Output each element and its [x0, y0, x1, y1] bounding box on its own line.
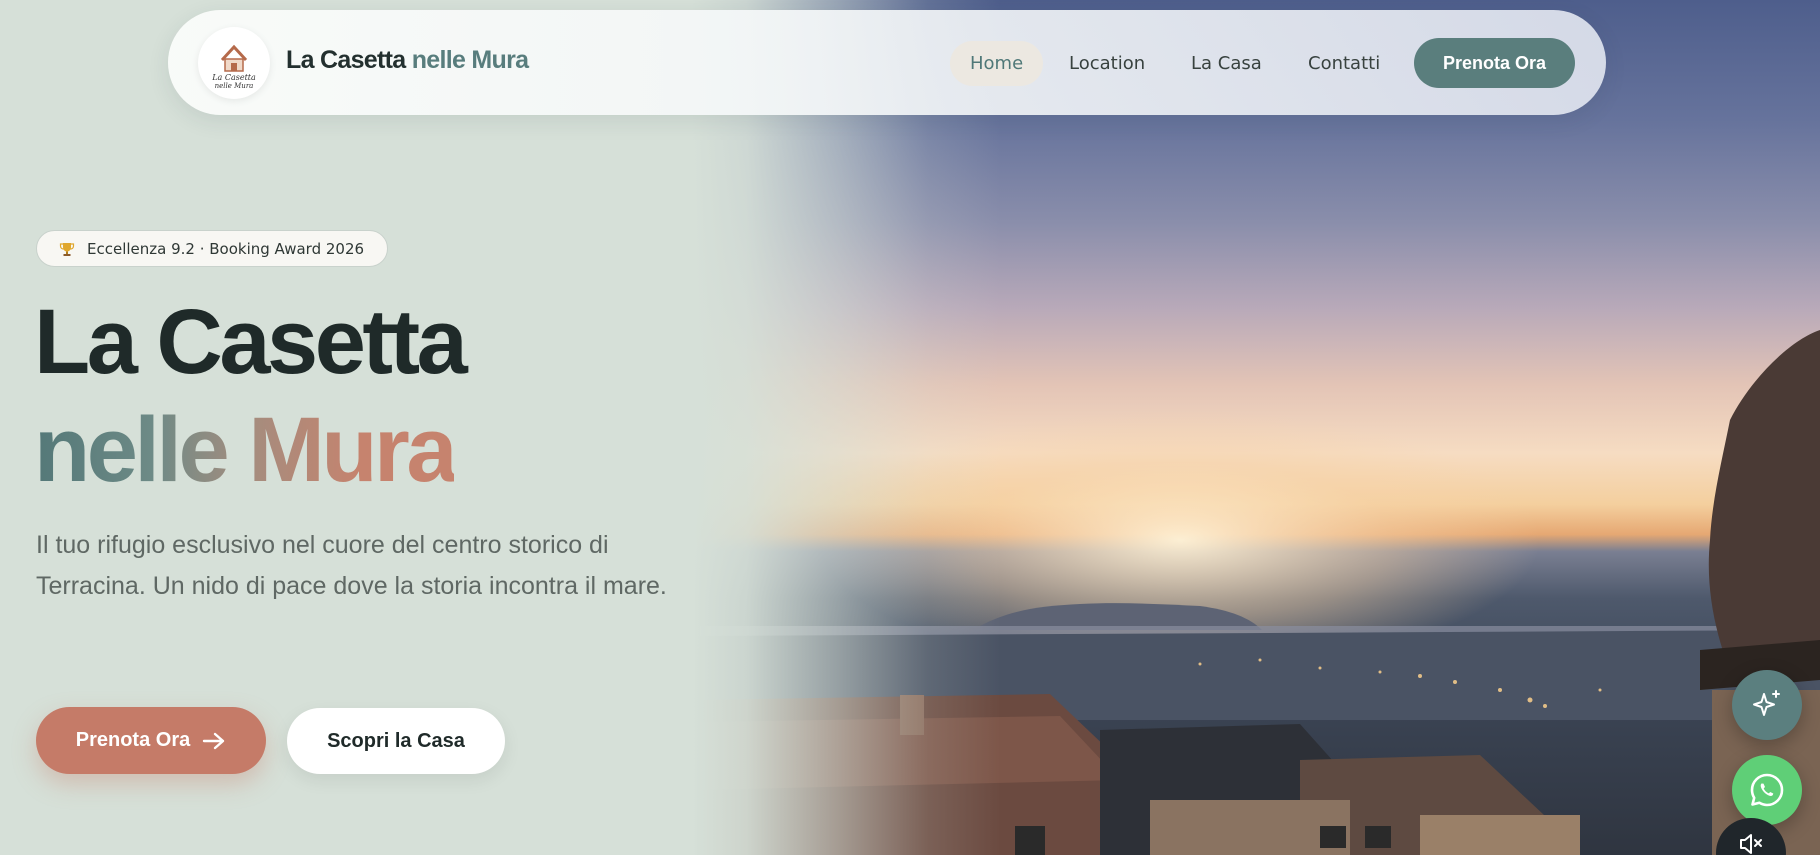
arrow-right-icon [203, 732, 225, 749]
discover-house-button[interactable]: Scopri la Casa [287, 708, 505, 774]
hero-description: Il tuo rifugio esclusivo nel cuore del c… [36, 531, 667, 600]
hero-title: La Casetta [34, 291, 468, 393]
sparkles-icon [1753, 690, 1780, 716]
whatsapp-button[interactable] [1732, 755, 1802, 825]
brand-name[interactable]: La Casetta nelle Mura [286, 46, 529, 75]
hero-book-now-button[interactable]: Prenota Ora [36, 707, 266, 774]
award-badge: Eccellenza 9.2 · Booking Award 2026 [36, 230, 388, 267]
hero-book-now-label: Prenota Ora [75, 729, 191, 751]
logo-text-line2: nelle Mura [215, 82, 254, 90]
nav-link-home[interactable]: Home [950, 41, 1044, 86]
house-icon: La Casetta nelle Mura [211, 44, 256, 90]
nav-link-contatti[interactable]: Contatti [1288, 41, 1400, 86]
navbar: La Casetta nelle Mura La Casetta nelle M… [168, 10, 1606, 115]
brand-name-part1: La Casetta [286, 46, 406, 74]
trophy-icon [59, 241, 75, 257]
ai-assistant-button[interactable] [1732, 670, 1802, 740]
brand-name-part2: nelle Mura [411, 46, 529, 74]
speaker-muted-icon [1740, 834, 1762, 854]
brand-logo[interactable]: La Casetta nelle Mura [198, 27, 270, 99]
hero-subtitle: nelle Mura [34, 399, 458, 501]
whatsapp-icon [1750, 773, 1784, 807]
nav-link-location[interactable]: Location [1049, 41, 1165, 86]
nav-book-now-button[interactable]: Prenota Ora [1414, 38, 1575, 88]
nav-link-la-casa[interactable]: La Casa [1171, 41, 1282, 86]
logo-text-line1: La Casetta [211, 73, 256, 82]
award-badge-text: Eccellenza 9.2 · Booking Award 2026 [87, 239, 365, 258]
